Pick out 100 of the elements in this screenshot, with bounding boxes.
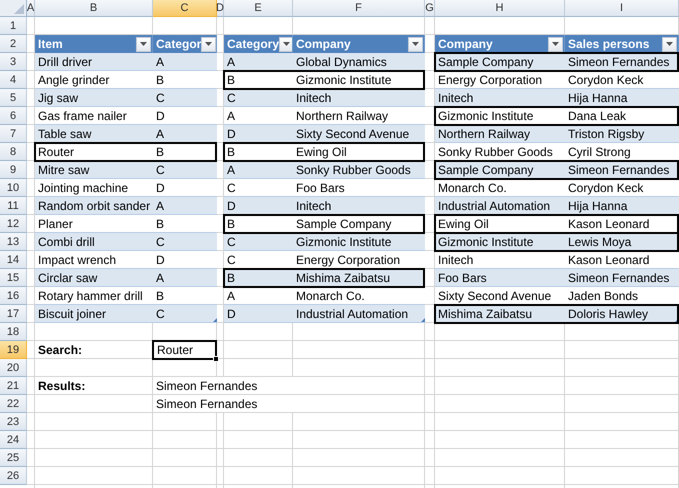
row-header[interactable]: 9: [0, 161, 27, 179]
table-cell: Simeon Fernandes: [565, 269, 679, 287]
table-cell: Energy Corporation: [435, 71, 565, 89]
row-header[interactable]: 24: [0, 431, 27, 449]
row-header[interactable]: 21: [0, 377, 27, 395]
search-label: Search:: [37, 342, 84, 359]
table-cell: Industrial Automation: [293, 305, 425, 323]
table-cell: Monarch Co.: [293, 287, 425, 305]
header-label: Company: [438, 37, 493, 51]
table-cell: A: [153, 53, 217, 71]
header-label: Category: [227, 37, 280, 51]
row-header[interactable]: 16: [0, 287, 27, 305]
column-header[interactable]: A: [27, 0, 35, 17]
row-header[interactable]: 18: [0, 323, 27, 341]
column-header[interactable]: G: [425, 0, 435, 17]
header-label: Company: [296, 37, 351, 51]
row-header[interactable]: 17: [0, 305, 27, 323]
row-header[interactable]: 25: [0, 449, 27, 467]
row-header[interactable]: 23: [0, 413, 27, 431]
table-cell: Sonky Rubber Goods: [293, 161, 425, 179]
row-header[interactable]: 4: [0, 71, 27, 89]
row-header[interactable]: 6: [0, 107, 27, 125]
column-header[interactable]: I: [565, 0, 679, 17]
table-cell: Initech: [293, 197, 425, 215]
row-header[interactable]: 11: [0, 197, 27, 215]
row-header[interactable]: 20: [0, 359, 27, 377]
row-header[interactable]: 19: [0, 341, 27, 359]
table-cell: D: [153, 179, 217, 197]
column-header[interactable]: B: [35, 0, 153, 17]
table-cell: Initech: [293, 89, 425, 107]
row-header[interactable]: 22: [0, 395, 27, 413]
row-header[interactable]: 15: [0, 269, 27, 287]
table-cell: A: [153, 125, 217, 143]
table-cell: D: [224, 125, 293, 143]
table-cell: Triston Rigsby: [565, 125, 679, 143]
header-label: Item: [38, 37, 63, 51]
header-label: Categor: [156, 37, 202, 51]
table-cell: Jig saw: [35, 89, 153, 107]
table-cell: Angle grinder: [35, 71, 153, 89]
table-cell: Rotary hammer drill: [35, 287, 153, 305]
table-cell: Jointing machine: [35, 179, 153, 197]
row-header[interactable]: 26: [0, 467, 27, 485]
row-header[interactable]: 1: [0, 17, 27, 35]
row-header[interactable]: 3: [0, 53, 27, 71]
table-cell: Jaden Bonds: [565, 287, 679, 305]
row-header[interactable]: 12: [0, 215, 27, 233]
table-cell: Industrial Automation: [435, 197, 565, 215]
table-cell: Circlar saw: [35, 269, 153, 287]
table-cell: A: [153, 269, 217, 287]
column-header[interactable]: E: [224, 0, 293, 17]
table-cell: A: [224, 107, 293, 125]
table-cell: B: [153, 215, 217, 233]
row-header[interactable]: 14: [0, 251, 27, 269]
table-cell: Initech: [435, 251, 565, 269]
selected-cell[interactable]: Router: [152, 340, 217, 360]
row-header[interactable]: 7: [0, 125, 27, 143]
table-cell: C: [153, 89, 217, 107]
table-cell: B: [153, 71, 217, 89]
table-cell: D: [224, 197, 293, 215]
table-cell: A: [153, 197, 217, 215]
header-label: Sales persons: [568, 37, 650, 51]
table-cell: B: [153, 287, 217, 305]
table-cell: Corydon Keck: [565, 71, 679, 89]
table-cell: Foo Bars: [293, 179, 425, 197]
table-cell: A: [224, 287, 293, 305]
table-cell: Kason Leonard: [565, 251, 679, 269]
row-header[interactable]: 5: [0, 89, 27, 107]
table-cell: Foo Bars: [435, 269, 565, 287]
table-cell: C: [224, 89, 293, 107]
table-cell: D: [224, 305, 293, 323]
table-cell: Hija Hanna: [565, 197, 679, 215]
row-header[interactable]: 10: [0, 179, 27, 197]
column-header[interactable]: F: [293, 0, 425, 17]
row-header[interactable]: 8: [0, 143, 27, 161]
table-cell: Initech: [435, 89, 565, 107]
table-cell: Sixty Second Avenue: [293, 125, 425, 143]
table-cell: Planer: [35, 215, 153, 233]
table-cell: Impact wrench: [35, 251, 153, 269]
results-label: Results:: [37, 378, 86, 395]
table-cell: C: [153, 233, 217, 251]
table-cell: A: [224, 161, 293, 179]
table-cell: Gas frame nailer: [35, 107, 153, 125]
table-cell: Table saw: [35, 125, 153, 143]
table-cell: C: [224, 233, 293, 251]
table-cell: D: [153, 251, 217, 269]
table-cell: Combi drill: [35, 233, 153, 251]
table-cell: Random orbit sander: [35, 197, 153, 215]
column-header[interactable]: C: [153, 0, 217, 17]
column-header[interactable]: H: [435, 0, 565, 17]
table-cell: C: [153, 161, 217, 179]
table-cell: Corydon Keck: [565, 179, 679, 197]
table-cell: C: [153, 305, 217, 323]
table-cell: Northern Railway: [435, 125, 565, 143]
table-cell: Hija Hanna: [565, 89, 679, 107]
row-header[interactable]: 13: [0, 233, 27, 251]
row-header[interactable]: 2: [0, 35, 27, 53]
table-cell: Gizmonic Institute: [293, 233, 425, 251]
table-cell: Mitre saw: [35, 161, 153, 179]
table-cell: Biscuit joiner: [35, 305, 153, 323]
table-cell: Monarch Co.: [435, 179, 565, 197]
